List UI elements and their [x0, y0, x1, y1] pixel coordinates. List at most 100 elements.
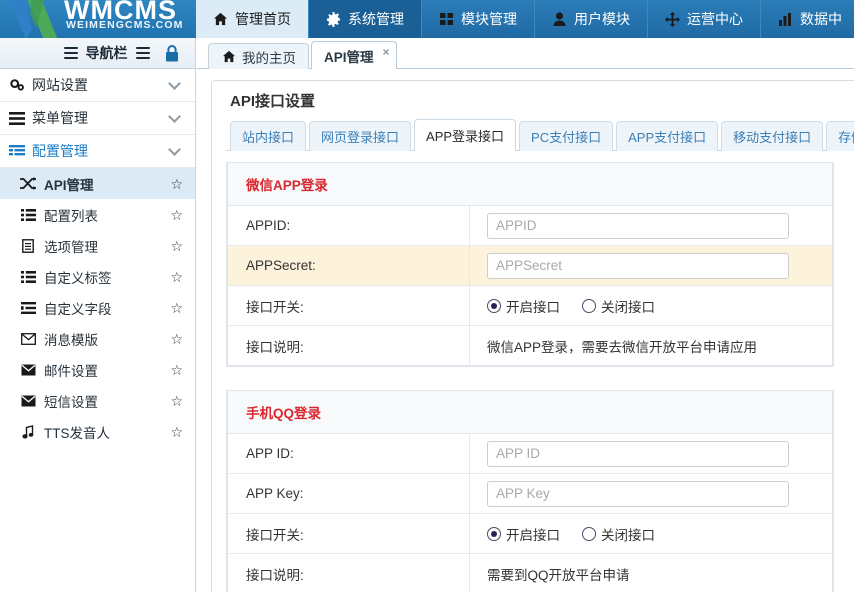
sidebar-group-site-settings[interactable]: 网站设置	[0, 69, 195, 102]
sidebar-item-label: 短信设置	[44, 394, 98, 410]
sidebar-item-custom-fields[interactable]: 自定义字段 ☆	[0, 292, 195, 323]
favorite-star-icon[interactable]: ☆	[170, 177, 183, 191]
work-tab-my-home[interactable]: 我的主页	[208, 43, 309, 69]
field-value-cell	[470, 246, 833, 285]
chevron-down-icon	[168, 142, 181, 156]
sidebar-item-message-templates[interactable]: 消息模版 ☆	[0, 323, 195, 354]
qq-app-id-input[interactable]	[487, 440, 789, 467]
favorite-star-icon[interactable]: ☆	[170, 270, 183, 284]
sidebar-item-tts-speakers[interactable]: TTS发音人 ☆	[0, 416, 195, 447]
topnav-item-modules[interactable]: 模块管理	[422, 0, 535, 38]
radio-disable-interface[interactable]: 关闭接口	[582, 296, 655, 316]
brand-logo[interactable]: WMCMS WEIMENGCMS.COM	[0, 0, 196, 38]
form-row-interface-description: 接口说明: 微信APP登录，需要去微信开放平台申请应用	[227, 326, 833, 366]
favorite-star-icon[interactable]: ☆	[170, 363, 183, 377]
home-icon	[221, 49, 236, 64]
close-icon[interactable]: ×	[383, 46, 390, 58]
topnav-item-operations[interactable]: 运营中心	[648, 0, 761, 38]
sidebar-item-label: 选项管理	[44, 239, 98, 255]
sidebar-group-menu-management[interactable]: 菜单管理	[0, 102, 195, 135]
radio-enable-interface[interactable]: 开启接口	[487, 296, 560, 316]
radio-label: 关闭接口	[601, 299, 655, 315]
lock-icon[interactable]	[165, 45, 179, 65]
subtab-label: 存储接口	[838, 130, 854, 145]
subtab-label: APP登录接口	[426, 129, 505, 144]
radio-label: 关闭接口	[601, 527, 655, 543]
sidebar-item-config-list[interactable]: 配置列表 ☆	[0, 199, 195, 230]
interface-switch-radio-group: 开启接口 关闭接口	[487, 296, 655, 316]
favorite-star-icon[interactable]: ☆	[170, 208, 183, 222]
sidebar-item-label: TTS发音人	[44, 425, 110, 441]
brand-domain: WEIMENGCMS.COM	[66, 19, 184, 31]
radio-on-icon	[487, 526, 501, 541]
home-icon	[213, 12, 228, 27]
qq-app-key-input[interactable]	[487, 480, 789, 507]
qq-interface-switch-radio-group: 开启接口 关闭接口	[487, 524, 655, 544]
sidebar-item-option-management[interactable]: 选项管理 ☆	[0, 230, 195, 261]
sidebar-item-label: 配置列表	[44, 208, 98, 224]
sidebar-item-api-management[interactable]: API管理 ☆	[0, 168, 195, 199]
subtab-app-login-interface[interactable]: APP登录接口	[414, 119, 517, 151]
radio-disable-interface[interactable]: 关闭接口	[582, 524, 655, 544]
interface-subtabs: 站内接口 网页登录接口 APP登录接口 PC支付接口 APP支付接口 移动支付接…	[226, 119, 854, 151]
form-row-appid: APPID:	[227, 206, 833, 246]
list-icon	[8, 111, 26, 125]
sidebar-header-title: 导航栏	[63, 43, 150, 63]
sidebar: 导航栏 网站设置 菜单管理 配置管理 API管理 ☆ 配置列表 ☆ 选项管理 ☆…	[0, 38, 196, 592]
field-label: APPSecret:	[227, 246, 470, 285]
favorite-star-icon[interactable]: ☆	[170, 301, 183, 315]
topnav-item-users[interactable]: 用户模块	[535, 0, 648, 38]
shuffle-icon	[18, 177, 38, 190]
topnav-label: 模块管理	[461, 11, 517, 27]
section-wechat-app-login: 微信APP登录 APPID: APPSecret:	[226, 162, 834, 367]
appsecret-input[interactable]	[487, 252, 789, 279]
work-tab-api-management[interactable]: API管理 ×	[311, 41, 397, 69]
favorite-star-icon[interactable]: ☆	[170, 332, 183, 346]
sidebar-item-custom-tags[interactable]: 自定义标签 ☆	[0, 261, 195, 292]
form-row-qq-app-key: APP Key:	[227, 474, 833, 514]
subtab-app-pay-interface[interactable]: APP支付接口	[616, 121, 719, 151]
favorite-star-icon[interactable]: ☆	[170, 425, 183, 439]
sidebar-item-label: 消息模版	[44, 332, 98, 348]
sidebar-item-sms-settings[interactable]: 短信设置 ☆	[0, 385, 195, 416]
form-row-qq-app-id: APP ID:	[227, 434, 833, 474]
work-tab-label: 我的主页	[242, 50, 296, 66]
subtab-label: 移动支付接口	[733, 130, 812, 145]
subtab-site-interface[interactable]: 站内接口	[230, 121, 307, 151]
radio-enable-interface[interactable]: 开启接口	[487, 524, 560, 544]
subtab-web-login-interface[interactable]: 网页登录接口	[309, 121, 412, 151]
sidebar-item-email-settings[interactable]: 邮件设置 ☆	[0, 354, 195, 385]
api-settings-panel: API接口设置 站内接口 网页登录接口 APP登录接口 PC支付接口 APP支付…	[211, 80, 854, 592]
favorite-star-icon[interactable]: ☆	[170, 239, 183, 253]
radio-on-icon	[487, 298, 501, 313]
subtab-storage-interface[interactable]: 存储接口	[826, 121, 854, 151]
form-row-qq-interface-switch: 接口开关: 开启接口 关闭接口	[227, 514, 833, 554]
work-tab-label: API管理	[324, 49, 374, 65]
list-indent-icon	[18, 301, 38, 314]
top-bar: WMCMS WEIMENGCMS.COM 管理首页 系统管理 模块管理 用户模块…	[0, 0, 854, 38]
sidebar-header[interactable]: 导航栏	[0, 38, 195, 69]
panel-wrapper: API接口设置 站内接口 网页登录接口 APP登录接口 PC支付接口 APP支付…	[197, 69, 854, 592]
sidebar-group-label: 配置管理	[32, 143, 88, 159]
user-icon	[552, 12, 567, 27]
field-value-cell	[470, 474, 833, 513]
sidebar-group-config-management[interactable]: 配置管理	[0, 135, 195, 168]
hamburger-left-icon	[63, 45, 78, 61]
radio-off-icon	[582, 298, 596, 313]
list-ul-icon	[18, 208, 38, 221]
envelope-icon	[18, 364, 38, 376]
subtab-pc-pay-interface[interactable]: PC支付接口	[519, 121, 614, 151]
subtab-mobile-pay-interface[interactable]: 移动支付接口	[721, 121, 824, 151]
topnav-item-home[interactable]: 管理首页	[196, 0, 309, 38]
field-description-text: 微信APP登录，需要去微信开放平台申请应用	[470, 326, 833, 365]
favorite-star-icon[interactable]: ☆	[170, 394, 183, 408]
appid-input[interactable]	[487, 212, 789, 239]
topnav-item-system[interactable]: 系统管理	[309, 0, 422, 38]
radio-off-icon	[582, 526, 596, 541]
topnav-item-data[interactable]: 数据中	[761, 0, 854, 38]
topnav-label: 用户模块	[574, 11, 630, 27]
sidebar-group-label: 菜单管理	[32, 110, 88, 126]
sidebar-group-label: 网站设置	[32, 77, 88, 93]
main-content: 我的主页 API管理 × API接口设置 站内接口 网页登录接口 APP登录接口…	[197, 38, 854, 592]
gear-icon	[326, 11, 341, 27]
